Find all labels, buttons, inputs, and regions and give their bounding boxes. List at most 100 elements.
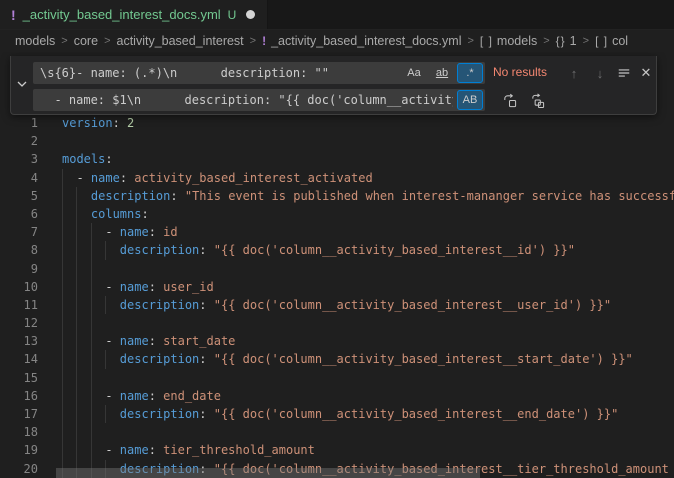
indent-guide (76, 441, 77, 459)
editor-tab[interactable]: ! _activity_based_interest_docs.yml U (0, 0, 268, 29)
previous-match-icon[interactable]: ↑ (563, 63, 585, 83)
line-number[interactable]: 1 (0, 114, 38, 132)
indent-guide (91, 405, 92, 423)
code-line[interactable]: 17 description: "{{ doc('column__activit… (0, 405, 674, 423)
indent-guide (76, 296, 77, 314)
line-number[interactable]: 14 (0, 350, 38, 368)
line-number[interactable]: 11 (0, 296, 38, 314)
regex-icon[interactable]: .* (457, 63, 483, 83)
line-content[interactable]: description: "{{ doc('column__activity_b… (62, 405, 674, 423)
line-number[interactable]: 13 (0, 332, 38, 350)
indent-guide (76, 332, 77, 350)
modified-dot-icon[interactable] (246, 10, 255, 19)
code-line[interactable]: 2 (0, 132, 674, 150)
breadcrumb-item[interactable]: models (15, 34, 55, 48)
line-content[interactable]: description: "This event is published wh… (62, 187, 674, 205)
breadcrumb-item[interactable]: {}1 (556, 34, 577, 48)
find-in-selection-icon[interactable] (613, 63, 635, 83)
line-content[interactable]: description: "{{ doc('column__activity_b… (62, 241, 674, 259)
line-content[interactable] (62, 260, 674, 278)
breadcrumb-item[interactable]: [ ]col (595, 34, 628, 48)
line-number[interactable]: 18 (0, 423, 38, 441)
chevron-right-icon: > (467, 35, 473, 47)
breadcrumb-item[interactable]: core (74, 34, 98, 48)
code-line[interactable]: 18 (0, 423, 674, 441)
line-content[interactable]: description: "{{ doc('column__activity_b… (62, 296, 674, 314)
code-line[interactable]: 8 description: "{{ doc('column__activity… (0, 241, 674, 259)
breadcrumb-item[interactable]: !_activity_based_interest_docs.yml (262, 34, 461, 48)
breadcrumb-label: core (74, 34, 98, 48)
code-line[interactable]: 3 models: (0, 150, 674, 168)
breadcrumb-item[interactable]: [ ]models (480, 34, 537, 48)
line-number[interactable]: 6 (0, 205, 38, 223)
line-number[interactable]: 5 (0, 187, 38, 205)
code-line[interactable]: 15 (0, 369, 674, 387)
indent-guide (76, 278, 77, 296)
indent-guide (76, 423, 77, 441)
line-number[interactable]: 7 (0, 223, 38, 241)
indent-guide (62, 296, 63, 314)
line-number[interactable]: 20 (0, 460, 38, 478)
code-area[interactable]: 1version: 223models:4 - name: activity_b… (0, 52, 674, 478)
breadcrumb-item[interactable]: activity_based_interest (117, 34, 244, 48)
code-line[interactable]: 11 description: "{{ doc('column__activit… (0, 296, 674, 314)
line-number[interactable]: 19 (0, 441, 38, 459)
line-content[interactable] (62, 369, 674, 387)
code-line[interactable]: 9 (0, 260, 674, 278)
line-content[interactable]: - name: id (62, 223, 674, 241)
replace-all-icon[interactable] (526, 90, 548, 110)
breadcrumb: models>core>activity_based_interest>!_ac… (0, 30, 674, 52)
line-content[interactable]: description: "{{ doc('column__activity_b… (62, 350, 674, 368)
close-icon[interactable]: ✕ (635, 63, 657, 83)
line-number[interactable]: 9 (0, 260, 38, 278)
symbol-icon: [ ] (595, 34, 608, 48)
code-line[interactable]: 6 columns: (0, 205, 674, 223)
line-content[interactable]: version: 2 (62, 114, 674, 132)
replace-icon[interactable] (498, 90, 520, 110)
code-line[interactable]: 16 - name: end_date (0, 387, 674, 405)
line-content[interactable] (62, 314, 674, 332)
code-line[interactable]: 12 (0, 314, 674, 332)
code-line[interactable]: 10 - name: user_id (0, 278, 674, 296)
line-content[interactable]: - name: start_date (62, 332, 674, 350)
find-input[interactable] (33, 66, 401, 80)
replace-input[interactable] (33, 93, 457, 107)
line-number[interactable]: 15 (0, 369, 38, 387)
match-case-icon[interactable]: Aa (401, 63, 427, 83)
line-content[interactable]: - name: tier_threshold_amount (62, 441, 674, 459)
indent-guide (62, 332, 63, 350)
line-number[interactable]: 17 (0, 405, 38, 423)
whole-word-icon[interactable]: ab (429, 63, 455, 83)
breadcrumb-label: activity_based_interest (117, 34, 244, 48)
code-line[interactable]: 5 description: "This event is published … (0, 187, 674, 205)
line-number[interactable]: 2 (0, 132, 38, 150)
indent-guide (91, 296, 92, 314)
code-line[interactable]: 13 - name: start_date (0, 332, 674, 350)
line-content[interactable]: models: (62, 150, 674, 168)
line-number[interactable]: 16 (0, 387, 38, 405)
code-line[interactable]: 1 version: 2 (0, 114, 674, 132)
line-number[interactable]: 3 (0, 150, 38, 168)
line-content[interactable]: - name: end_date (62, 387, 674, 405)
preserve-case-icon[interactable]: AB (457, 90, 483, 110)
line-content[interactable]: columns: (62, 205, 674, 223)
indent-guide (105, 241, 106, 259)
line-number[interactable]: 10 (0, 278, 38, 296)
code-line[interactable]: 7 - name: id (0, 223, 674, 241)
line-content[interactable] (62, 423, 674, 441)
line-number[interactable]: 4 (0, 169, 38, 187)
line-number[interactable]: 8 (0, 241, 38, 259)
code-line[interactable]: 19 - name: tier_threshold_amount (0, 441, 674, 459)
line-content[interactable]: - name: user_id (62, 278, 674, 296)
toggle-replace-chevron-icon[interactable] (15, 77, 29, 91)
indent-guide (91, 423, 92, 441)
next-match-icon[interactable]: ↓ (589, 63, 611, 83)
code-line[interactable]: 4 - name: activity_based_interest_activa… (0, 169, 674, 187)
indent-guide (62, 405, 63, 423)
line-content[interactable]: - name: activity_based_interest_activate… (62, 169, 674, 187)
editor[interactable]: Aa ab .* No results ↑ ↓ ✕ AB (0, 52, 674, 478)
line-content[interactable] (62, 132, 674, 150)
indent-guide (91, 260, 92, 278)
line-number[interactable]: 12 (0, 314, 38, 332)
code-line[interactable]: 14 description: "{{ doc('column__activit… (0, 350, 674, 368)
